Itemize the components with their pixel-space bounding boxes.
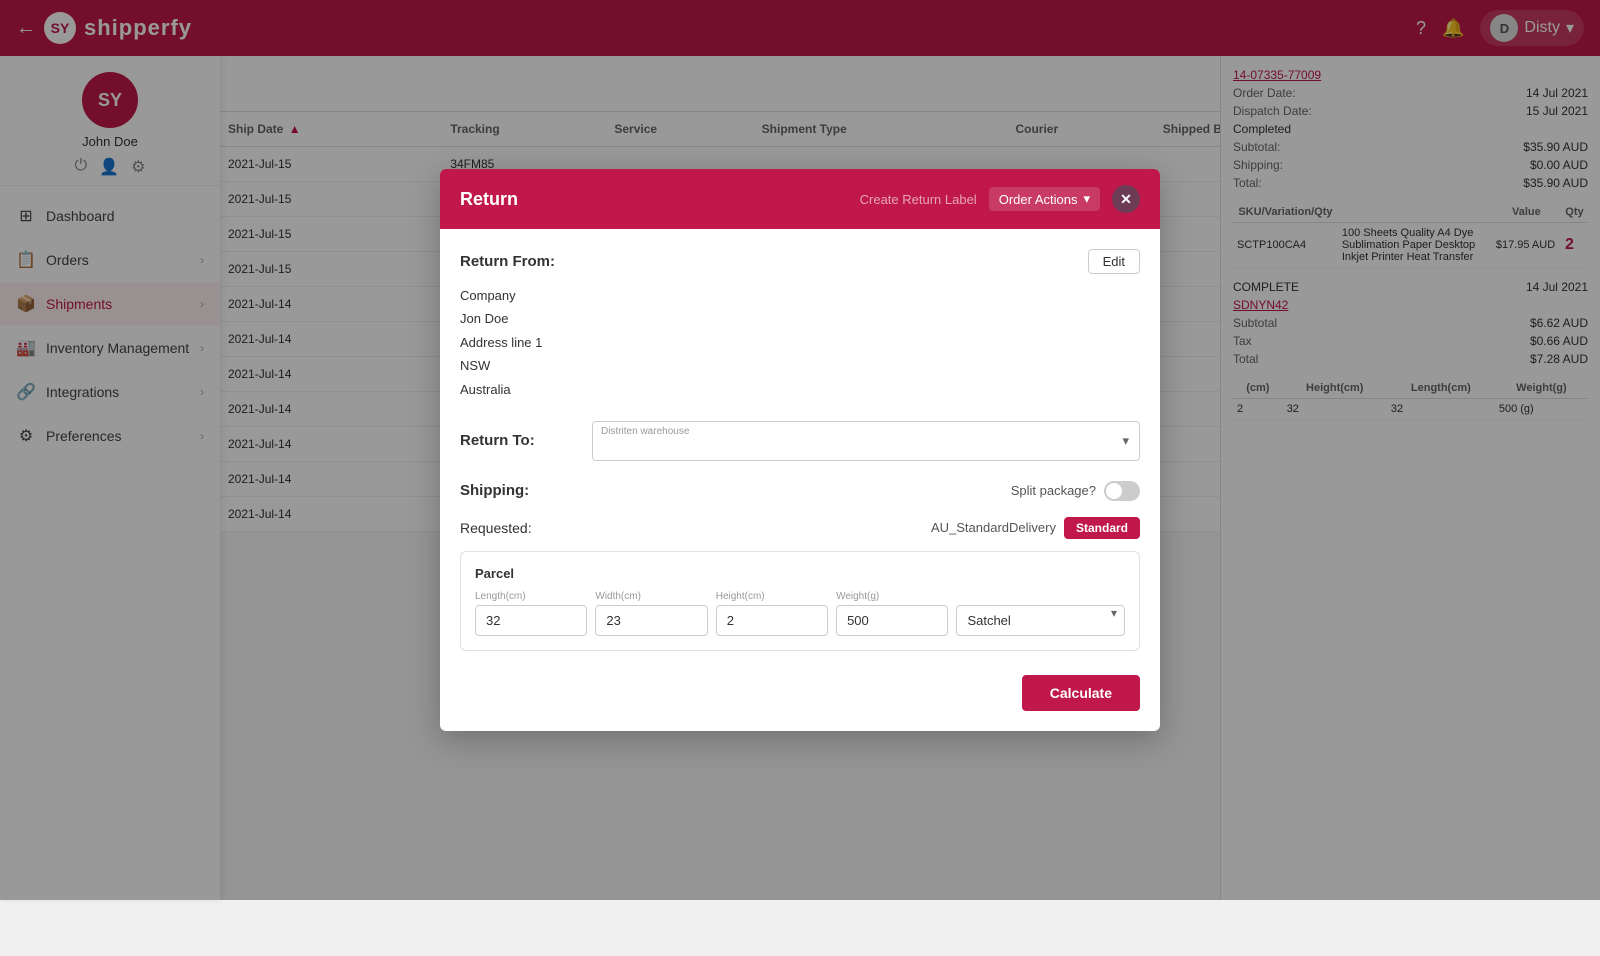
parcel-type-wrapper: Satchel Box Envelope ▾ <box>956 591 1125 636</box>
parcel-title: Parcel <box>475 566 1125 581</box>
split-package-toggle-switch[interactable] <box>1104 481 1140 501</box>
return-from-header: Return From: Edit <box>460 249 1140 274</box>
warehouse-select[interactable]: Distriten warehouse ▾ <box>592 421 1140 461</box>
modal-order-actions-label: Order Actions <box>999 192 1078 207</box>
return-address-state: NSW <box>460 354 1140 377</box>
parcel-length-input[interactable] <box>475 605 587 636</box>
return-address-company: Company <box>460 284 1140 307</box>
modal-order-actions-button[interactable]: Order Actions ▾ <box>989 187 1100 211</box>
parcel-width-input[interactable] <box>595 605 707 636</box>
standard-badge: Standard <box>1064 517 1140 539</box>
parcel-height-field: Height(cm) <box>716 591 828 636</box>
parcel-type-select[interactable]: Satchel Box Envelope <box>956 605 1125 636</box>
parcel-weight-input[interactable] <box>836 605 948 636</box>
shipping-label: Shipping: <box>460 482 529 499</box>
modal-title: Return <box>460 189 518 210</box>
return-address-line1: Address line 1 <box>460 331 1140 354</box>
parcel-height-label: Height(cm) <box>716 591 828 602</box>
parcel-weight-field: Weight(g) <box>836 591 948 636</box>
return-to-label: Return To: <box>460 432 580 449</box>
return-to-row: Return To: Distriten warehouse ▾ <box>460 421 1140 461</box>
toggle-knob <box>1106 483 1122 499</box>
requested-label: Requested: <box>460 520 532 536</box>
requested-value-row: AU_StandardDelivery Standard <box>931 517 1140 539</box>
modal-order-actions-chevron: ▾ <box>1083 191 1090 207</box>
return-address-name: Jon Doe <box>460 307 1140 330</box>
parcel-length-label: Length(cm) <box>475 591 587 602</box>
return-from-section: Return From: Edit Company Jon Doe Addres… <box>460 249 1140 401</box>
parcel-length-field: Length(cm) <box>475 591 587 636</box>
split-package-toggle: Split package? <box>1011 481 1140 501</box>
modal-close-button[interactable]: ✕ <box>1112 185 1140 213</box>
parcel-height-input[interactable] <box>716 605 828 636</box>
calculate-row: Calculate <box>460 671 1140 711</box>
split-package-label: Split package? <box>1011 483 1096 498</box>
return-modal: Return Create Return Label Order Actions… <box>440 169 1160 731</box>
warehouse-dropdown-icon: ▾ <box>1122 433 1129 449</box>
modal-header-right: Create Return Label Order Actions ▾ ✕ <box>860 185 1140 213</box>
modal-header: Return Create Return Label Order Actions… <box>440 169 1160 229</box>
requested-row: Requested: AU_StandardDelivery Standard <box>460 517 1140 539</box>
calculate-button[interactable]: Calculate <box>1022 675 1140 711</box>
au-standard-delivery: AU_StandardDelivery <box>931 520 1056 535</box>
return-address: Company Jon Doe Address line 1 NSW Austr… <box>460 284 1140 401</box>
parcel-type-label <box>956 591 1125 602</box>
parcel-weight-label: Weight(g) <box>836 591 948 602</box>
parcel-fields: Length(cm) Width(cm) Height(cm) Weight(g… <box>475 591 1125 636</box>
parcel-width-field: Width(cm) <box>595 591 707 636</box>
parcel-width-label: Width(cm) <box>595 591 707 602</box>
return-from-title: Return From: <box>460 253 555 270</box>
shipping-row: Shipping: Split package? <box>460 481 1140 501</box>
create-return-label[interactable]: Create Return Label <box>860 192 977 207</box>
return-address-country: Australia <box>460 378 1140 401</box>
modal-body: Return From: Edit Company Jon Doe Addres… <box>440 229 1160 731</box>
warehouse-placeholder: Distriten warehouse <box>601 426 689 437</box>
parcel-box: Parcel Length(cm) Width(cm) Height(cm) W… <box>460 551 1140 651</box>
edit-button[interactable]: Edit <box>1088 249 1140 274</box>
